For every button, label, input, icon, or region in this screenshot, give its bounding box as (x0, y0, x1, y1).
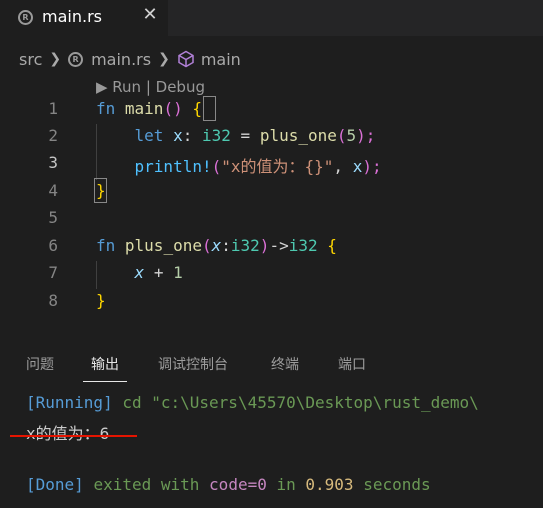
close-icon[interactable]: ✕ (140, 4, 160, 25)
output-time: 0.903 (305, 475, 354, 494)
breadcrumb-folder[interactable]: src (19, 50, 42, 69)
code-line-2[interactable]: let x: i32 = plus_one(5); (96, 126, 376, 145)
output-exit-code: code=0 (209, 475, 267, 494)
output-done-text: exited with (93, 475, 200, 494)
token-colon: : (221, 236, 231, 255)
tab-output[interactable]: 输出 (91, 354, 119, 374)
tab-label: main.rs (42, 7, 102, 26)
token-brace: } (96, 291, 106, 310)
line-number: 5 (48, 208, 58, 227)
token-comma: , (333, 157, 344, 176)
token-function: plus_one (259, 126, 337, 145)
codelens-run-debug[interactable]: ▶ Run | Debug (96, 78, 205, 96)
active-tab-indicator (83, 381, 127, 382)
token-paren: ( (211, 157, 222, 176)
bracket-match-highlight (203, 96, 216, 121)
rust-file-icon: R (68, 51, 84, 67)
line-number: 7 (48, 263, 58, 282)
output-done-line: [Done] exited with code=0 in 0.903 secon… (26, 475, 431, 494)
token-parameter: x (134, 263, 145, 282)
method-cube-icon (178, 50, 194, 68)
token-function: main (124, 99, 164, 118)
token-paren-close: ); (362, 157, 382, 176)
token-number: 5 (346, 126, 357, 145)
token-string: "x的值为：{}" (221, 157, 334, 176)
token-type: i32 (230, 236, 260, 255)
output-running-line: [Running] cd "c:\Users\45570\Desktop\rus… (26, 393, 479, 412)
breadcrumb: src ❯ R main.rs ❯ main (0, 36, 543, 82)
token-variable: x (352, 157, 363, 176)
output-seconds: seconds (363, 475, 431, 494)
output-running-tag: [Running] (26, 393, 113, 412)
output-done-tag: [Done] (26, 475, 84, 494)
line-number: 6 (48, 236, 58, 255)
line-number-active: 3 (48, 153, 58, 172)
code-line-4[interactable]: } (96, 181, 106, 200)
token-keyword: fn (96, 99, 116, 118)
code-line-6[interactable]: fn plus_one(x:i32)->i32 { (96, 236, 337, 255)
chevron-right-icon: ❯ (49, 51, 62, 67)
token-colon: : (182, 126, 193, 145)
token-function: plus_one (124, 236, 202, 255)
token-type: i32 (202, 126, 231, 145)
breadcrumb-file[interactable]: main.rs (91, 50, 151, 69)
breadcrumb-symbol[interactable]: main (201, 50, 241, 69)
red-annotation-underline (10, 435, 137, 437)
token-operator: = (240, 126, 251, 145)
output-running-command: cd "c:\Users\45570\Desktop\rust_demo\ (122, 393, 479, 412)
line-number: 8 (48, 291, 58, 310)
panel-tabs: 问题 输出 调试控制台 终端 端口 (0, 350, 543, 384)
token-arrow: -> (269, 236, 289, 255)
token-keyword: fn (96, 236, 116, 255)
token-type: i32 (288, 236, 318, 255)
line-number: 1 (48, 99, 58, 118)
token-brace: { (327, 236, 337, 255)
token-number: 1 (173, 263, 183, 282)
token-parameter: x (211, 236, 222, 255)
token-paren: ( (201, 236, 212, 255)
token-paren-close: ); (356, 126, 376, 145)
token-operator: + (153, 263, 164, 282)
output-in: in (276, 475, 296, 494)
tab-terminal[interactable]: 终端 (271, 354, 299, 374)
tab-bar: R main.rs ✕ (0, 0, 543, 36)
chevron-right-icon: ❯ (158, 51, 170, 67)
code-line-3[interactable]: println!("x的值为：{}", x); (96, 153, 382, 177)
code-line-1[interactable]: fn main() { (96, 99, 202, 118)
token-macro: println! (134, 157, 212, 176)
output-result-line: x的值为：6 (26, 424, 110, 443)
tab-main-rs[interactable]: R main.rs ✕ (0, 0, 168, 36)
line-number: 4 (48, 181, 58, 200)
token-brace: { (192, 99, 202, 118)
token-paren: ( (336, 126, 347, 145)
tab-problems[interactable]: 问题 (26, 354, 54, 374)
token-paren-close: ) (259, 236, 270, 255)
token-variable: x (173, 126, 183, 145)
code-line-8[interactable]: } (96, 291, 106, 310)
tab-debug-console[interactable]: 调试控制台 (158, 354, 228, 374)
rust-file-icon: R (18, 10, 33, 25)
tab-ports[interactable]: 端口 (338, 354, 366, 374)
code-line-7[interactable]: x + 1 (96, 263, 183, 282)
token-keyword: let (134, 126, 164, 145)
token-brace: } (96, 181, 106, 200)
token-parens: () (163, 99, 183, 118)
line-number: 2 (48, 126, 58, 145)
